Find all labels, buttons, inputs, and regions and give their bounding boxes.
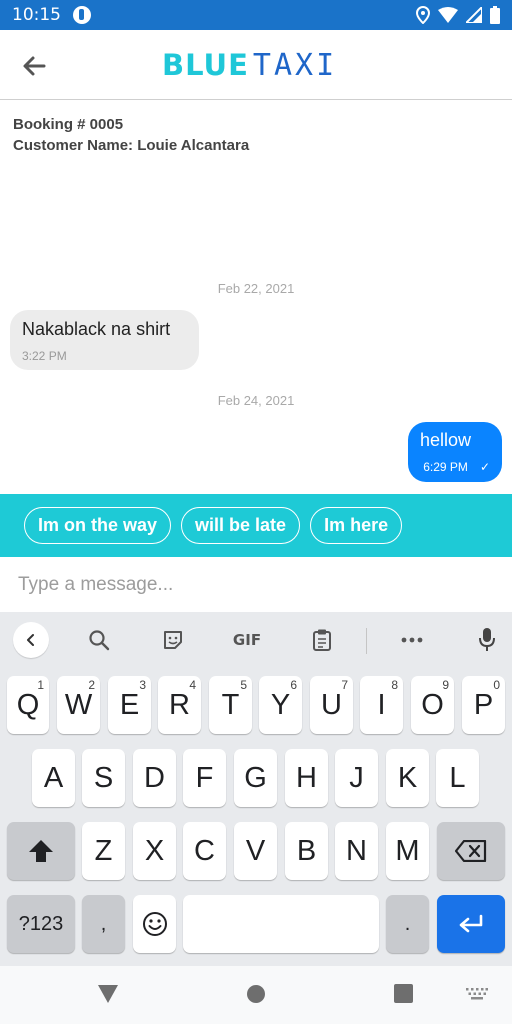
system-navigation-bar (0, 966, 512, 1024)
chevron-left-icon (27, 634, 34, 646)
keyboard-collapse-button[interactable] (13, 622, 49, 658)
quick-reply-im-here[interactable]: Im here (310, 507, 403, 544)
key-d[interactable]: D (133, 749, 176, 807)
quick-reply-on-the-way[interactable]: Im on the way (24, 507, 172, 544)
emoji-key[interactable] (133, 895, 176, 953)
more-horizontal-icon (401, 637, 423, 643)
wifi-icon (438, 7, 458, 23)
key-f[interactable]: F (183, 749, 226, 807)
message-text: Nakablack na shirt (22, 319, 171, 339)
quick-reply-will-be-late[interactable]: will be late (181, 507, 301, 544)
message-composer (0, 557, 512, 612)
key-e[interactable]: E3 (108, 676, 151, 734)
outgoing-message-bubble[interactable]: hellow 6:29 PM ✓ (408, 422, 502, 482)
symbols-key[interactable]: ?123 (7, 895, 75, 953)
status-icons (416, 6, 500, 24)
shift-arrow-icon (29, 840, 53, 862)
key-u[interactable]: U7 (310, 676, 353, 734)
status-bar: 10:15 (0, 0, 512, 30)
date-separator: Feb 22, 2021 (217, 281, 295, 296)
key-s[interactable]: S (82, 749, 125, 807)
message-time: 6:29 PM (423, 460, 468, 474)
chat-screen: 10:15 BLUE TAXI Booking # 0005 Customer … (0, 0, 512, 1024)
backspace-icon (455, 840, 487, 862)
location-icon (416, 6, 430, 24)
key-z[interactable]: Z (82, 822, 125, 880)
booking-info: Booking # 0005 Customer Name: Louie Alca… (13, 114, 249, 156)
app-bar: BLUE TAXI (0, 30, 512, 100)
sticker-icon (164, 631, 182, 649)
keyboard-clipboard-button[interactable] (308, 626, 336, 654)
key-o[interactable]: O9 (411, 676, 454, 734)
sent-check-icon: ✓ (479, 460, 490, 474)
signal-icon (466, 7, 482, 23)
message-input[interactable] (0, 557, 512, 612)
keyboard-toolbar: GIF (0, 612, 512, 668)
nav-home-icon[interactable] (246, 984, 266, 1004)
date-separator: Feb 24, 2021 (217, 393, 295, 408)
space-key[interactable] (183, 895, 379, 953)
key-w[interactable]: W2 (57, 676, 100, 734)
key-v[interactable]: V (234, 822, 277, 880)
microphone-icon (479, 628, 495, 651)
enter-arrow-icon (459, 914, 483, 933)
toolbar-divider (366, 628, 367, 654)
enter-key[interactable] (437, 895, 505, 953)
key-p[interactable]: P0 (462, 676, 505, 734)
key-r[interactable]: R4 (158, 676, 201, 734)
on-screen-keyboard: GIF Q1 W2 E3 R4 T5 Y6 U7 I8 O9 P0 A S D … (0, 612, 512, 966)
search-icon (89, 630, 110, 651)
key-i[interactable]: I8 (360, 676, 403, 734)
customer-name: Customer Name: Louie Alcantara (13, 137, 250, 154)
key-q[interactable]: Q1 (7, 676, 49, 734)
keyboard-gif-button[interactable]: GIF (229, 626, 265, 654)
key-k[interactable]: K (386, 749, 429, 807)
keyboard-mic-button[interactable] (473, 626, 501, 654)
keyboard-more-button[interactable] (398, 626, 426, 654)
quick-reply-bar: Im on the way will be late Im here (0, 494, 512, 557)
key-y[interactable]: Y6 (259, 676, 302, 734)
status-time: 10:15 (12, 5, 61, 25)
comma-key[interactable]: , (82, 895, 125, 953)
key-x[interactable]: X (133, 822, 176, 880)
key-g[interactable]: G (234, 749, 277, 807)
period-key[interactable]: . (386, 895, 429, 953)
key-h[interactable]: H (285, 749, 328, 807)
shift-key[interactable] (7, 822, 75, 880)
key-l[interactable]: L (436, 749, 479, 807)
key-n[interactable]: N (335, 822, 378, 880)
notification-app-icon (73, 6, 91, 24)
logo-taxi-text: TAXI (252, 47, 338, 83)
key-a[interactable]: A (32, 749, 75, 807)
key-j[interactable]: J (335, 749, 378, 807)
clipboard-icon (313, 629, 331, 651)
nav-back-icon[interactable] (97, 984, 119, 1004)
key-b[interactable]: B (285, 822, 328, 880)
booking-number: Booking # 0005 (13, 116, 124, 133)
back-arrow-icon[interactable] (20, 52, 48, 80)
nav-recents-icon[interactable] (394, 984, 413, 1003)
blue-taxi-logo: BLUE TAXI (162, 47, 338, 83)
incoming-message-bubble[interactable]: Nakablack na shirt 3:22 PM (10, 310, 199, 370)
logo-blue-text: BLUE (162, 48, 249, 82)
message-text: hellow (420, 430, 472, 450)
keyboard-search-button[interactable] (85, 626, 113, 654)
emoji-smile-icon (142, 912, 167, 936)
keyboard-sticker-button[interactable] (159, 626, 187, 654)
message-time: 3:22 PM (22, 349, 67, 363)
backspace-key[interactable] (437, 822, 505, 880)
keyboard-switch-icon[interactable] (466, 988, 488, 1000)
key-c[interactable]: C (183, 822, 226, 880)
key-m[interactable]: M (386, 822, 429, 880)
key-t[interactable]: T5 (209, 676, 252, 734)
battery-icon (490, 6, 500, 24)
